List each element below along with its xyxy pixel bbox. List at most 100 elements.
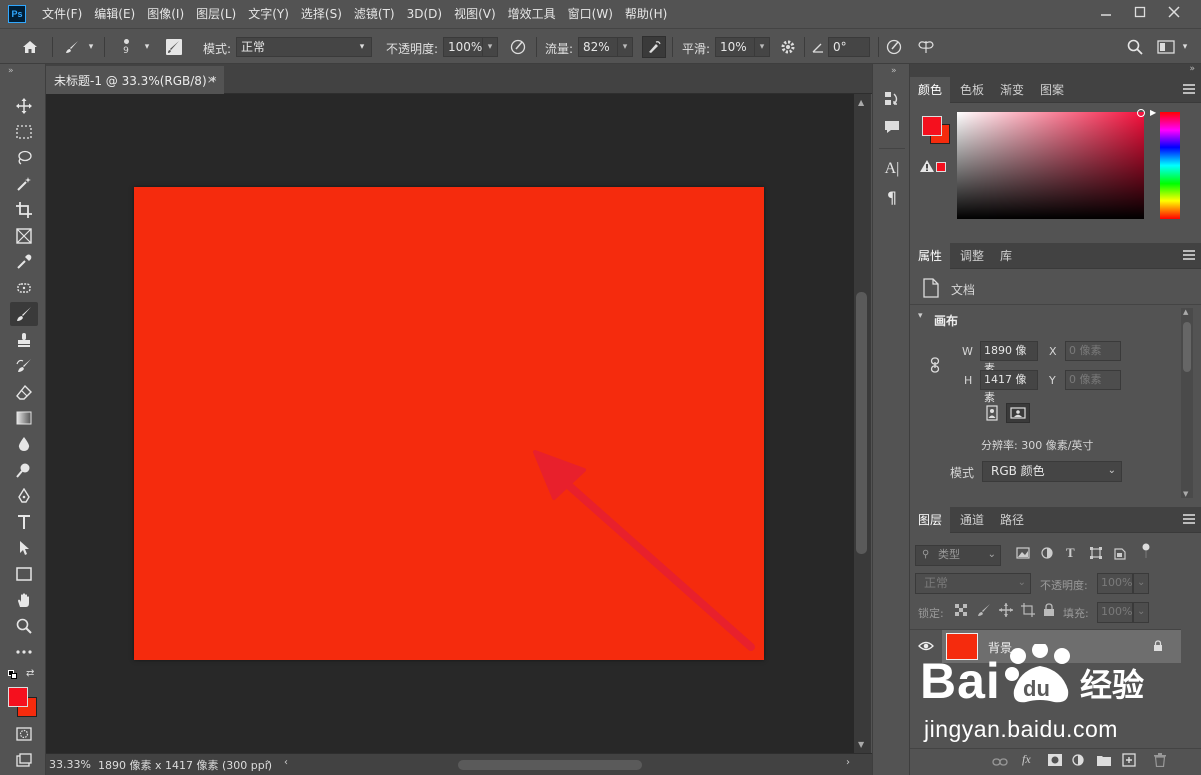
filter-toggle-icon[interactable] [1142,543,1150,562]
delete-layer-icon[interactable] [1154,753,1166,770]
vertical-scroll-thumb[interactable] [856,292,867,554]
properties-scrollbar[interactable]: ▲ ▼ [1181,308,1193,498]
marquee-tool-icon[interactable] [10,120,38,144]
collapse-icon[interactable]: » [1189,64,1195,74]
hand-tool-icon[interactable] [10,588,38,612]
fx-icon[interactable]: fx [1022,752,1031,767]
panel-menu-icon[interactable] [1183,514,1195,524]
chevron-down-icon[interactable]: ▾ [482,37,498,57]
comments-panel-icon[interactable] [881,116,903,138]
maximize-icon[interactable] [1123,0,1157,24]
menu-layer[interactable]: 图层(L) [190,0,242,28]
chevron-left-icon[interactable]: ‹ [284,757,288,768]
smoothing-input[interactable]: 10% [715,37,755,57]
panel-menu-icon[interactable] [1183,84,1195,94]
chevron-down-icon[interactable]: ▾ [617,37,633,57]
menu-image[interactable]: 图像(I) [141,0,190,28]
x-input[interactable]: 0 像素 [1065,341,1121,361]
lasso-tool-icon[interactable] [10,146,38,170]
gamut-color-swatch[interactable] [936,162,946,172]
lock-all-icon[interactable] [1043,603,1055,620]
filter-adjustment-icon[interactable] [1041,547,1053,562]
tab-adjustments[interactable]: 调整 [952,243,992,269]
zoom-tool-icon[interactable] [10,614,38,638]
menu-file[interactable]: 文件(F) [36,0,88,28]
document-info[interactable]: 1890 像素 x 1417 像素 (300 ppi) [98,757,272,773]
magic-wand-icon[interactable] [10,172,38,196]
character-panel-icon[interactable]: A| [881,158,903,180]
gradient-tool-icon[interactable] [10,406,38,430]
tab-color[interactable]: 颜色 [910,77,951,103]
layer-opacity-input[interactable]: 100% [1097,573,1133,594]
lock-transparent-icon[interactable] [955,604,967,619]
menu-select[interactable]: 选择(S) [295,0,348,28]
canvas-area[interactable] [46,94,854,753]
brush-tool-icon[interactable] [10,302,38,326]
height-input[interactable]: 1417 像素 [980,370,1038,404]
layer-filter-select[interactable]: 类型 ⚲ ⌄ [915,545,1001,566]
menu-edit[interactable]: 编辑(E) [88,0,141,28]
foreground-color-swatch[interactable] [922,116,942,136]
type-tool-icon[interactable] [10,510,38,534]
opacity-input[interactable]: 100% [443,37,483,57]
tab-layers[interactable]: 图层 [910,507,951,533]
pen-tool-icon[interactable] [10,484,38,508]
color-picker-cursor[interactable] [1137,109,1145,117]
history-brush-icon[interactable] [10,354,38,378]
tab-properties[interactable]: 属性 [910,243,951,269]
menu-window[interactable]: 窗口(W) [562,0,619,28]
chevron-right-icon[interactable]: › [266,757,270,768]
paragraph-panel-icon[interactable]: ¶ [881,186,903,208]
pressure-opacity-icon[interactable] [508,37,528,57]
angle-input[interactable]: 0° [828,37,870,57]
zoom-level[interactable]: 33.33% [49,758,93,771]
lock-position-icon[interactable] [999,603,1013,620]
menu-type[interactable]: 文字(Y) [242,0,295,28]
panel-menu-icon[interactable] [1183,250,1195,260]
menu-plugins[interactable]: 增效工具 [502,0,562,28]
gear-icon[interactable] [778,37,798,57]
chevron-down-icon[interactable]: ▾ [1178,37,1192,57]
chevron-right-icon[interactable]: › [846,757,850,768]
filter-type-icon[interactable]: T [1066,545,1075,561]
y-input[interactable]: 0 像素 [1065,370,1121,390]
tab-patterns[interactable]: 图案 [1032,77,1072,103]
blur-tool-icon[interactable] [10,432,38,456]
horizontal-scroll-thumb[interactable] [458,760,642,770]
healing-brush-icon[interactable] [10,276,38,300]
menu-filter[interactable]: 滤镜(T) [348,0,401,28]
color-field[interactable] [957,112,1144,219]
filter-smart-object-icon[interactable] [1114,546,1126,563]
hue-slider-handle[interactable]: ▶ [1150,108,1156,117]
screen-mode-icon[interactable] [10,748,38,772]
close-icon[interactable] [1157,0,1191,24]
chevron-down-icon[interactable]: ▾ [754,37,770,57]
swap-colors-icon[interactable]: ⇄ [26,668,34,679]
new-group-icon[interactable] [1097,754,1111,769]
filter-pixel-icon[interactable] [1016,547,1030,562]
flow-input[interactable]: 82% [578,37,618,57]
brush-tool-icon[interactable] [62,37,82,57]
chevron-up-icon[interactable]: ▲ [858,98,864,107]
minimize-icon[interactable] [1089,0,1123,24]
history-panel-icon[interactable] [881,88,903,110]
chevron-down-icon[interactable]: ▾ [918,311,923,321]
close-icon[interactable]: × [207,73,216,86]
eyedropper-icon[interactable] [10,250,38,274]
lock-artboard-icon[interactable] [1021,603,1035,620]
move-tool-icon[interactable] [10,94,38,118]
filter-shape-icon[interactable] [1090,547,1102,562]
search-icon[interactable] [1125,37,1145,57]
clone-stamp-icon[interactable] [10,328,38,352]
adjustment-layer-icon[interactable] [1072,754,1084,769]
menu-3d[interactable]: 3D(D) [401,0,448,28]
collapse-icon[interactable]: » [8,66,14,76]
tab-gradients[interactable]: 渐变 [992,77,1032,103]
dodge-tool-icon[interactable] [10,458,38,482]
workspace-icon[interactable] [1156,37,1176,57]
link-icon[interactable] [930,357,940,376]
home-icon[interactable] [20,37,40,57]
document-tab[interactable]: 未标题-1 @ 33.3%(RGB/8) * × [46,66,224,94]
brush-preset-picker[interactable]: 9 [116,37,136,57]
landscape-orientation-icon[interactable] [1006,403,1030,423]
